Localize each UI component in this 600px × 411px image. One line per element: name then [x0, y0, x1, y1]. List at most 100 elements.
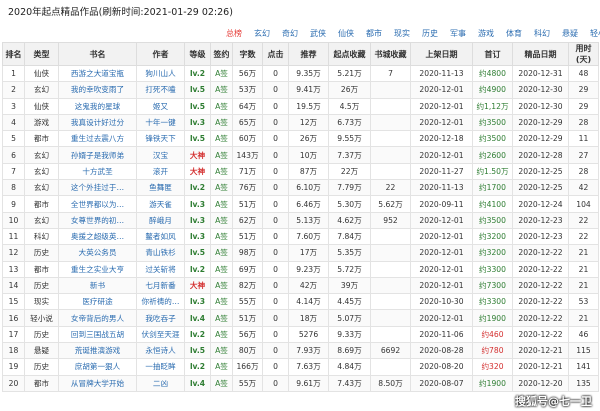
- days-used-cell: 42: [568, 179, 599, 197]
- author-cell[interactable]: 滚开: [136, 162, 185, 181]
- author-cell[interactable]: 伏剑至天涯: [136, 325, 185, 344]
- genre-cell: 玄幻: [24, 179, 59, 197]
- column-header[interactable]: 作者: [136, 42, 185, 66]
- tab-5[interactable]: 都市: [360, 27, 388, 41]
- column-header[interactable]: 等级: [184, 42, 211, 66]
- tab-3[interactable]: 武侠: [304, 27, 332, 41]
- author-cell[interactable]: 鱼舞匿: [136, 179, 185, 197]
- tab-9[interactable]: 游戏: [472, 27, 500, 41]
- author-cell[interactable]: 七月新番: [136, 276, 185, 295]
- column-header[interactable]: 用时(天): [568, 42, 599, 66]
- book-title-cell[interactable]: 新书: [58, 276, 137, 295]
- tab-1[interactable]: 玄幻: [248, 27, 276, 41]
- book-title-cell[interactable]: 这个外挂过于…: [58, 179, 137, 197]
- book-title-cell[interactable]: 全世界都以为…: [58, 195, 137, 213]
- level-cell: 大神: [184, 146, 211, 164]
- author-cell[interactable]: 过关斩将: [136, 260, 185, 278]
- clicks-cell: 0: [262, 227, 289, 246]
- shelf-date-cell: 2020-11-27: [410, 162, 473, 181]
- column-header[interactable]: 上架日期: [410, 42, 473, 66]
- genre-cell: 历史: [24, 325, 59, 344]
- book-title-cell[interactable]: 孙婿子是我师弟: [58, 146, 137, 164]
- tab-4[interactable]: 仙侠: [332, 27, 360, 41]
- book-title-cell[interactable]: 回到三国战五胡: [58, 325, 137, 344]
- sign-cell: A签: [210, 276, 233, 295]
- author-cell[interactable]: 一抽眨眸: [136, 358, 185, 376]
- column-header[interactable]: 排名: [2, 42, 25, 66]
- recommend-cell: 5276: [288, 325, 329, 344]
- author-cell[interactable]: 永恒诗人: [136, 342, 185, 360]
- table-row: 20 都市 从冒牌大学开始 二凶 lv.4 A签 55万 0 9.61万 7.43万 8.50万 20…: [2, 374, 599, 392]
- tab-11[interactable]: 科幻: [528, 27, 556, 41]
- book-title-cell[interactable]: 西游之大道宝瓶: [58, 64, 137, 83]
- tab-8[interactable]: 军事: [444, 27, 472, 41]
- author-cell[interactable]: 青山铁杉: [136, 244, 185, 262]
- book-title-cell[interactable]: 从冒牌大学开始: [58, 374, 137, 392]
- table-row: 17 历史 回到三国战五胡 伏剑至天涯 lv.2 A签 56万 0 5276 9.33万 2020-…: [2, 325, 599, 344]
- column-header[interactable]: 精品日期: [512, 42, 569, 66]
- author-cell[interactable]: 十年一键: [136, 113, 185, 132]
- book-title-cell[interactable]: 重生过去震八方: [58, 130, 137, 148]
- tab-13[interactable]: 轻小说: [584, 27, 600, 41]
- word-count-cell: 82万: [232, 276, 263, 295]
- column-header[interactable]: 起点收藏: [328, 42, 371, 66]
- genre-cell: 历史: [24, 276, 59, 295]
- column-header[interactable]: 类型: [24, 42, 59, 66]
- rank-cell: 2: [2, 81, 25, 99]
- recommend-cell: 17万: [288, 244, 329, 262]
- author-cell[interactable]: 狗川山人: [136, 64, 185, 83]
- days-used-cell: 21: [568, 244, 599, 262]
- days-used-cell: 48: [568, 64, 599, 83]
- qidian-favorites-cell: 5.30万: [328, 195, 371, 213]
- featured-date-cell: 2020-12-22: [512, 293, 569, 311]
- tab-0[interactable]: 总榜: [220, 27, 248, 41]
- tab-12[interactable]: 悬疑: [556, 27, 584, 41]
- recommend-cell: 26万: [288, 130, 329, 148]
- column-header[interactable]: 推荐: [288, 42, 329, 66]
- author-cell[interactable]: 我吃吞子: [136, 309, 185, 327]
- column-header[interactable]: 签约: [210, 42, 233, 66]
- book-title-cell[interactable]: 我真设计好过分: [58, 113, 137, 132]
- word-count-cell: 98万: [232, 244, 263, 262]
- author-cell[interactable]: 你祈祷的…: [136, 293, 185, 311]
- author-cell[interactable]: 醉峨月: [136, 211, 185, 229]
- genre-cell: 玄幻: [24, 81, 59, 99]
- sign-cell: A签: [210, 227, 233, 246]
- qidian-favorites-cell: 4.84万: [328, 358, 371, 376]
- column-header[interactable]: 字数: [232, 42, 263, 66]
- author-cell[interactable]: 二凶: [136, 374, 185, 392]
- book-title-cell[interactable]: 女帝背后的男人: [58, 309, 137, 327]
- author-cell[interactable]: 姬又: [136, 97, 185, 115]
- store-favorites-cell: [370, 146, 411, 164]
- column-header[interactable]: 书名: [58, 42, 137, 66]
- book-title-cell[interactable]: 女尊世界的初…: [58, 211, 137, 229]
- column-header[interactable]: 点击: [262, 42, 289, 66]
- recommend-cell: 7.60万: [288, 227, 329, 246]
- book-title-cell[interactable]: 十方武圣: [58, 162, 137, 181]
- table-header-row: 排名 类型 书名 作者 等级 签约 字数 点击 推荐 起点收藏 书城收藏 上架日期 首订 精品日期 用时(天…: [2, 42, 599, 66]
- author-cell[interactable]: 锋铁天下: [136, 130, 185, 148]
- sign-cell: A签: [210, 113, 233, 132]
- book-title-cell[interactable]: 我的幸吹变雨了: [58, 81, 137, 99]
- featured-date-cell: 2020-12-22: [512, 309, 569, 327]
- column-header[interactable]: 书城收藏: [370, 42, 411, 66]
- tab-2[interactable]: 奇幻: [276, 27, 304, 41]
- tab-6[interactable]: 现实: [388, 27, 416, 41]
- author-cell[interactable]: 游天雀: [136, 195, 185, 213]
- qidian-favorites-cell: 8.69万: [328, 342, 371, 360]
- store-favorites-cell: 7: [370, 64, 411, 83]
- author-cell[interactable]: 汉宝: [136, 146, 185, 164]
- column-header[interactable]: 首订: [472, 42, 513, 66]
- book-title-cell[interactable]: 重生之实业大亨: [58, 260, 137, 278]
- book-title-cell[interactable]: 大英公务员: [58, 244, 137, 262]
- author-cell[interactable]: 鳌者如风: [136, 227, 185, 246]
- book-title-cell[interactable]: 庶胡第一狠人: [58, 358, 137, 376]
- author-cell[interactable]: 打死不嗑: [136, 81, 185, 99]
- tab-10[interactable]: 体育: [500, 27, 528, 41]
- book-title-cell[interactable]: 这鬼我的星球: [58, 97, 137, 115]
- table-row: 3 仙侠 这鬼我的星球 姬又 lv.5 A签 64万 0 19.5万 4.5万 2020-12-01…: [2, 97, 599, 115]
- book-title-cell[interactable]: 奥援之超级英…: [58, 227, 137, 246]
- tab-7[interactable]: 历史: [416, 27, 444, 41]
- book-title-cell[interactable]: 荒诞推演游戏: [58, 342, 137, 360]
- book-title-cell[interactable]: 医疗研途: [58, 293, 137, 311]
